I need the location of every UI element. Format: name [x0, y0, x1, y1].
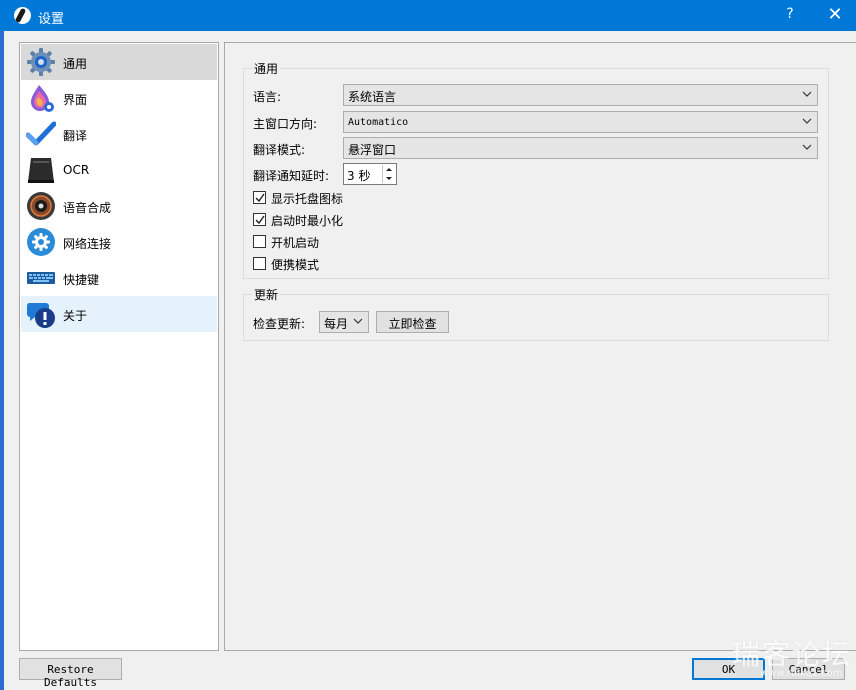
- checkmark-icon: [26, 121, 56, 146]
- sidebar-item-label: 快捷键: [63, 273, 100, 287]
- spin-arrows[interactable]: [382, 165, 395, 183]
- sidebar-item-about[interactable]: 关于: [21, 296, 217, 332]
- translation-mode-label: 翻译模式:: [253, 143, 306, 157]
- update-frequency-value: 每月: [324, 317, 349, 331]
- check-icon: [255, 215, 265, 225]
- check-update-label: 检查更新:: [253, 317, 306, 331]
- sidebar-item-network[interactable]: 网络连接: [21, 224, 217, 260]
- update-group-title: 更新: [252, 286, 281, 303]
- checkbox-label: 启动时最小化: [271, 214, 344, 228]
- close-button[interactable]: ✕: [824, 4, 846, 25]
- update-frequency-select[interactable]: 每月: [319, 311, 369, 333]
- language-select[interactable]: 系统语言: [343, 84, 818, 106]
- checkbox-box[interactable]: [253, 235, 266, 248]
- sidebar-item-tts[interactable]: 语音合成: [21, 188, 217, 224]
- settings-sidebar: 通用 界面 翻译 OCR 语音合成 网络连接 快捷键 关于: [19, 42, 219, 651]
- app-logo-icon: [14, 7, 31, 24]
- check-icon: [255, 193, 265, 203]
- watermark-text: 瑞客论坛: [732, 638, 853, 671]
- keyboard-icon: [27, 272, 55, 284]
- spin-down-icon[interactable]: [383, 174, 395, 183]
- notify-delay-label: 翻译通知延时:: [253, 169, 330, 183]
- autostart-checkbox[interactable]: 开机启动: [253, 233, 413, 251]
- title-bar: 设置 ? ✕: [0, 0, 856, 31]
- sidebar-item-label: 通用: [63, 57, 88, 71]
- background-window-edge: [0, 31, 4, 690]
- sidebar-item-interface[interactable]: 界面: [21, 80, 217, 116]
- sidebar-item-label: 界面: [63, 93, 88, 107]
- checkbox-label: 显示托盘图标: [271, 192, 344, 206]
- chevron-down-icon: [802, 144, 812, 150]
- translation-mode-value: 悬浮窗口: [348, 143, 397, 157]
- checkbox-box[interactable]: [253, 213, 266, 226]
- sidebar-item-translate[interactable]: 翻译: [21, 116, 217, 152]
- translation-mode-select[interactable]: 悬浮窗口: [343, 137, 818, 159]
- sidebar-item-general[interactable]: 通用: [21, 44, 217, 80]
- spin-up-icon[interactable]: [383, 165, 395, 174]
- sidebar-item-label: 网络连接: [63, 237, 112, 251]
- scanner-icon: [28, 158, 54, 183]
- help-button[interactable]: ?: [780, 6, 800, 22]
- checkbox-label: 便携模式: [271, 258, 320, 272]
- sidebar-item-ocr[interactable]: OCR: [21, 152, 217, 188]
- general-group-title: 通用: [252, 60, 281, 77]
- info-chat-icon: [26, 303, 55, 328]
- settings-content-panel: 通用 语言: 系统语言 主窗口方向: Automatico 翻译模式: 悬浮窗口…: [224, 42, 856, 651]
- window-title: 设置: [38, 12, 65, 27]
- network-gear-icon: [27, 228, 55, 256]
- gear-icon: [27, 48, 55, 76]
- general-group: 通用 语言: 系统语言 主窗口方向: Automatico 翻译模式: 悬浮窗口…: [243, 60, 829, 279]
- palette-icon: [31, 85, 54, 112]
- chevron-down-icon: [802, 118, 812, 124]
- check-now-button[interactable]: 立即检查: [376, 311, 449, 333]
- update-group: 更新 检查更新: 每月 立即检查: [243, 286, 829, 341]
- language-label: 语言:: [253, 90, 282, 104]
- checkbox-label: 开机启动: [271, 236, 320, 250]
- notify-delay-spinbox[interactable]: 3 秒: [343, 163, 397, 185]
- chevron-down-icon: [353, 318, 363, 324]
- checkbox-box[interactable]: [253, 191, 266, 204]
- chevron-down-icon: [802, 91, 812, 97]
- sidebar-item-shortcuts[interactable]: 快捷键: [21, 260, 217, 296]
- speaker-icon: [27, 192, 55, 220]
- start-minimized-checkbox[interactable]: 启动时最小化: [253, 211, 413, 229]
- language-value: 系统语言: [348, 90, 397, 104]
- notify-delay-value: 3 秒: [347, 169, 371, 183]
- watermark-url: www.ruike1.com: [760, 668, 843, 679]
- sidebar-item-label: 语音合成: [63, 201, 112, 215]
- checkbox-box[interactable]: [253, 257, 266, 270]
- window-direction-label: 主窗口方向:: [253, 117, 318, 131]
- sidebar-item-label: 翻译: [63, 129, 88, 143]
- sidebar-item-label: OCR: [63, 163, 90, 177]
- window-direction-value: Automatico: [348, 117, 409, 128]
- show-tray-icon-checkbox[interactable]: 显示托盘图标: [253, 189, 413, 207]
- window-direction-select[interactable]: Automatico: [343, 111, 818, 133]
- sidebar-item-label: 关于: [63, 309, 88, 323]
- restore-defaults-button[interactable]: Restore Defaults: [19, 658, 122, 689]
- portable-mode-checkbox[interactable]: 便携模式: [253, 255, 413, 273]
